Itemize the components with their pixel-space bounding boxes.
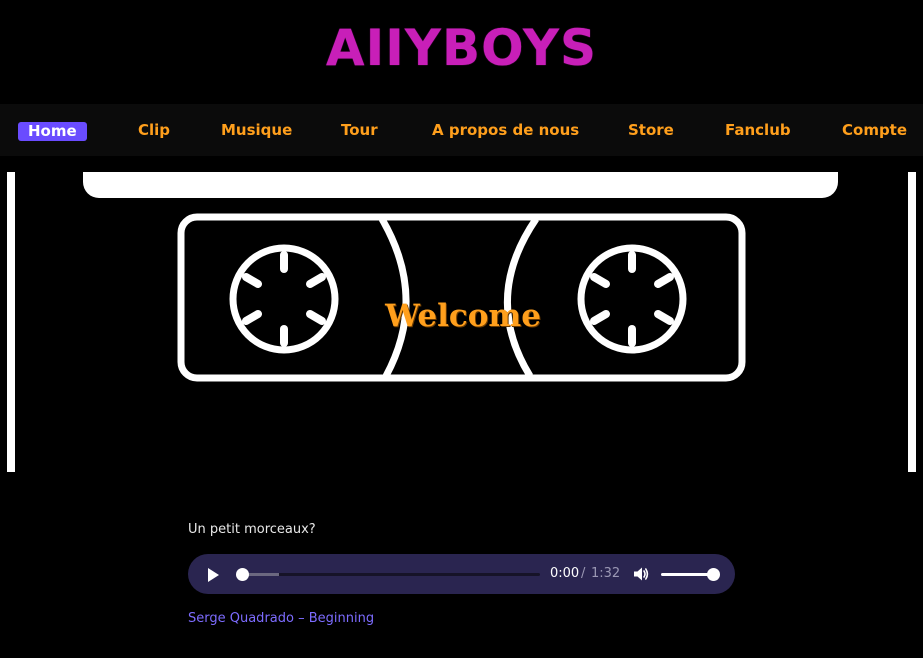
nav-item-clip[interactable]: Clip — [138, 104, 170, 156]
nav-item-compte[interactable]: Compte — [842, 104, 907, 156]
right-reel-icon — [577, 244, 687, 354]
left-reel-icon — [229, 244, 339, 354]
nav-item-musique[interactable]: Musique — [221, 104, 292, 156]
music-intro-text: Un petit morceaux? — [188, 522, 316, 537]
page: AIIYBOYS Home Clip Musique Tour A propos… — [0, 0, 923, 658]
main-navbar: Home Clip Musique Tour A propos de nous … — [0, 104, 923, 156]
seek-thumb[interactable] — [236, 568, 249, 581]
nav-item-home[interactable]: Home — [18, 122, 87, 141]
welcome-heading: Welcome — [385, 298, 541, 334]
nav-item-fanclub[interactable]: Fanclub — [725, 104, 791, 156]
volume-icon[interactable] — [632, 565, 650, 583]
nav-item-a-propos[interactable]: A propos de nous — [432, 104, 579, 156]
volume-thumb[interactable] — [707, 568, 720, 581]
hero-right-border — [908, 172, 916, 472]
nav-item-store[interactable]: Store — [628, 104, 674, 156]
audio-player: 0:00 / 1:32 — [188, 554, 735, 594]
site-logo[interactable]: AIIYBOYS — [0, 18, 923, 78]
current-time: 0:00 — [550, 566, 580, 581]
duration-time: 1:32 — [591, 566, 621, 581]
time-separator: / — [581, 566, 586, 581]
nav-item-tour[interactable]: Tour — [341, 104, 378, 156]
hero-left-border — [7, 172, 15, 472]
volume-slider[interactable] — [661, 568, 720, 581]
hero-top-tab — [83, 172, 838, 198]
play-icon[interactable] — [204, 566, 222, 584]
hero-banner: Welcome — [0, 172, 923, 472]
seek-bar[interactable] — [236, 568, 540, 581]
track-credit-link[interactable]: Serge Quadrado – Beginning — [188, 611, 374, 626]
